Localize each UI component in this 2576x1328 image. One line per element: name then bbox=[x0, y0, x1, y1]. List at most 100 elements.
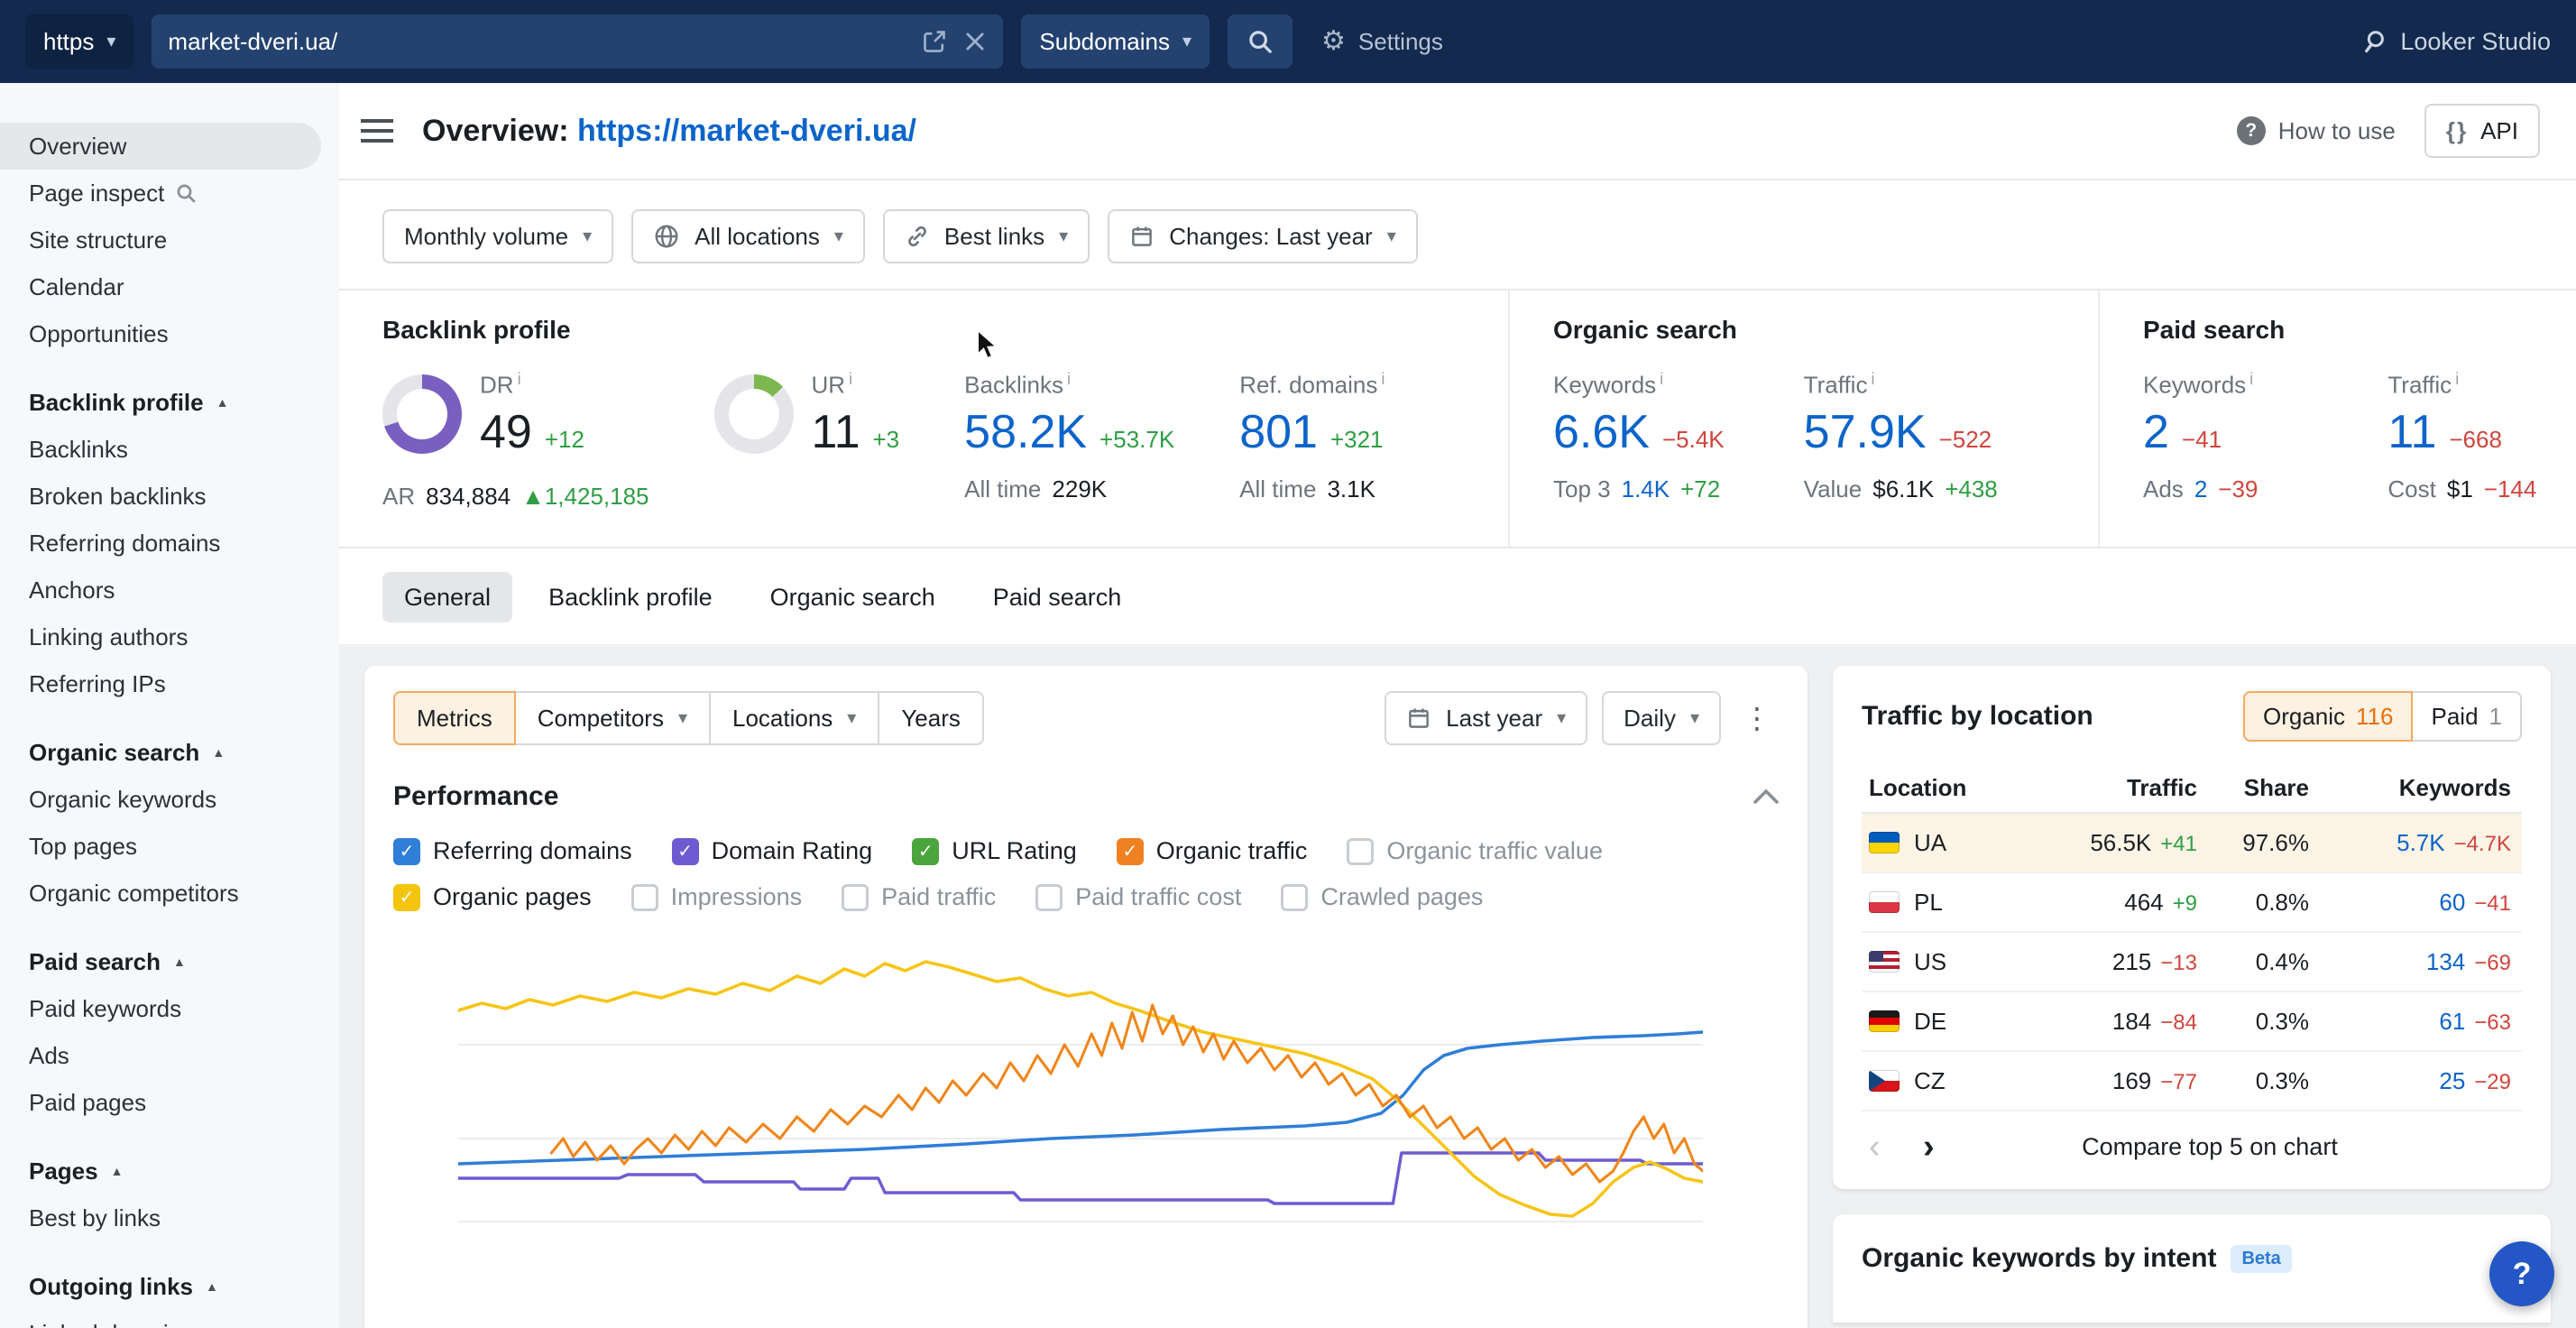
info-icon[interactable]: i bbox=[849, 370, 852, 388]
keywords-link[interactable]: 60 bbox=[2439, 889, 2465, 917]
toggle-paid[interactable]: Paid 1 bbox=[2411, 691, 2522, 742]
tab-backlink-profile[interactable]: Backlink profile bbox=[527, 572, 734, 622]
protocol-dropdown[interactable]: https ▾ bbox=[25, 14, 133, 69]
sidebar-item-top-pages[interactable]: Top pages bbox=[0, 823, 339, 870]
how-to-use-button[interactable]: ? How to use bbox=[2237, 116, 2396, 145]
organic-traffic-value-link[interactable]: 57.9K bbox=[1804, 405, 1927, 459]
checkbox-organic-pages[interactable]: ✓ Organic pages bbox=[393, 883, 592, 911]
collapse-icon: ▲ bbox=[111, 1164, 124, 1178]
ads-value-link[interactable]: 2 bbox=[2194, 475, 2207, 503]
prev-page-icon[interactable]: ‹ bbox=[1869, 1130, 1923, 1164]
sidebar-item-linked-domains[interactable]: Linked domains bbox=[0, 1310, 339, 1328]
braces-icon: {} bbox=[2446, 117, 2468, 145]
open-external-icon[interactable] bbox=[922, 29, 947, 54]
keywords-link[interactable]: 134 bbox=[2426, 948, 2465, 976]
volume-filter-dropdown[interactable]: Monthly volume ▾ bbox=[382, 209, 613, 263]
tab-organic-search[interactable]: Organic search bbox=[749, 572, 957, 622]
sidebar-item-organic-keywords[interactable]: Organic keywords bbox=[0, 776, 339, 823]
top3-value-link[interactable]: 1.4K bbox=[1622, 475, 1670, 503]
sidebar-item-best-by-links[interactable]: Best by links bbox=[0, 1194, 339, 1241]
next-page-icon[interactable]: › bbox=[1923, 1130, 1977, 1164]
locations-filter-dropdown[interactable]: All locations ▾ bbox=[631, 209, 865, 263]
sidebar-item-backlinks[interactable]: Backlinks bbox=[0, 426, 339, 473]
checkbox-crawled-pages[interactable]: Crawled pages bbox=[1281, 883, 1483, 911]
table-row[interactable]: CZ 169−77 0.3% 25−29 bbox=[1862, 1052, 2522, 1111]
info-icon[interactable]: i bbox=[2455, 370, 2459, 388]
info-icon[interactable]: i bbox=[2249, 370, 2253, 388]
info-icon[interactable]: i bbox=[1871, 370, 1874, 388]
granularity-dropdown[interactable]: Daily ▾ bbox=[1602, 691, 1721, 745]
sidebar-section-outgoing-links[interactable]: Outgoing links▲ bbox=[0, 1263, 339, 1310]
segment-years[interactable]: Years bbox=[878, 691, 984, 745]
sidebar-item-referring-domains[interactable]: Referring domains bbox=[0, 520, 339, 567]
help-button[interactable]: ? bbox=[2489, 1241, 2554, 1306]
checkbox-organic-traffic-value[interactable]: Organic traffic value bbox=[1347, 837, 1603, 865]
info-icon[interactable]: i bbox=[1381, 370, 1385, 388]
checkbox-paid-traffic[interactable]: Paid traffic bbox=[842, 883, 996, 911]
keywords-link[interactable]: 5.7K bbox=[2397, 829, 2445, 857]
url-input[interactable]: market-dveri.ua/ bbox=[152, 14, 1003, 69]
checkbox-organic-traffic[interactable]: ✓ Organic traffic bbox=[1117, 837, 1308, 865]
checkbox-referring-domains[interactable]: ✓ Referring domains bbox=[393, 837, 632, 865]
sidebar-section-organic-search[interactable]: Organic search▲ bbox=[0, 729, 339, 776]
checkbox-url-rating[interactable]: ✓ URL Rating bbox=[912, 837, 1077, 865]
sidebar-item-calendar[interactable]: Calendar bbox=[0, 263, 339, 310]
keywords-link[interactable]: 61 bbox=[2439, 1008, 2465, 1036]
sidebar-item-linking-authors[interactable]: Linking authors bbox=[0, 613, 339, 660]
best-links-filter-dropdown[interactable]: Best links ▾ bbox=[883, 209, 1090, 263]
checkbox-paid-traffic-cost[interactable]: Paid traffic cost bbox=[1035, 883, 1241, 911]
sidebar-item-opportunities[interactable]: Opportunities bbox=[0, 310, 339, 357]
sidebar-item-organic-competitors[interactable]: Organic competitors bbox=[0, 870, 339, 917]
checkbox-domain-rating[interactable]: ✓ Domain Rating bbox=[672, 837, 873, 865]
target-domain-link[interactable]: https://market-dveri.ua/ bbox=[577, 114, 916, 148]
info-icon[interactable]: i bbox=[1067, 370, 1071, 388]
changes-filter-dropdown[interactable]: Changes: Last year ▾ bbox=[1108, 209, 1418, 263]
search-button[interactable] bbox=[1228, 14, 1293, 69]
segment-locations[interactable]: Locations▾ bbox=[709, 691, 879, 745]
segment-competitors[interactable]: Competitors▾ bbox=[514, 691, 711, 745]
looker-studio-button[interactable]: Looker Studio bbox=[2360, 28, 2551, 56]
clear-url-icon[interactable] bbox=[963, 30, 987, 53]
sidebar-item-referring-ips[interactable]: Referring IPs bbox=[0, 660, 339, 707]
table-row[interactable]: DE 184−84 0.3% 61−63 bbox=[1862, 992, 2522, 1052]
table-row[interactable]: UA 56.5K+41 97.6% 5.7K−4.7K bbox=[1862, 814, 2522, 873]
sidebar-item-overview[interactable]: Overview bbox=[0, 123, 321, 170]
table-row[interactable]: PL 464+9 0.8% 60−41 bbox=[1862, 873, 2522, 933]
checkbox-impressions[interactable]: Impressions bbox=[631, 883, 803, 911]
info-icon[interactable]: i bbox=[1660, 370, 1663, 388]
collapse-section-icon[interactable] bbox=[1753, 788, 1779, 805]
date-range-dropdown[interactable]: Last year ▾ bbox=[1385, 691, 1587, 745]
paid-keywords-value-link[interactable]: 2 bbox=[2143, 405, 2169, 459]
sidebar-item-paid-keywords[interactable]: Paid keywords bbox=[0, 985, 339, 1032]
sidebar-item-broken-backlinks[interactable]: Broken backlinks bbox=[0, 473, 339, 520]
sidebar-section-pages[interactable]: Pages▲ bbox=[0, 1148, 339, 1194]
organic-keywords-value-link[interactable]: 6.6K bbox=[1553, 405, 1650, 459]
segment-metrics[interactable]: Metrics bbox=[393, 691, 516, 745]
api-button[interactable]: {} API bbox=[2424, 104, 2540, 158]
scope-dropdown[interactable]: Subdomains ▾ bbox=[1021, 14, 1210, 69]
traffic-by-location-card: Traffic by location Organic 116 Paid 1 bbox=[1833, 666, 2551, 1189]
check-icon: ✓ bbox=[1122, 843, 1137, 861]
tab-general[interactable]: General bbox=[382, 572, 512, 622]
ref-domains-value-link[interactable]: 801 bbox=[1239, 405, 1318, 459]
tab-paid-search[interactable]: Paid search bbox=[971, 572, 1144, 622]
sidebar-item-site-structure[interactable]: Site structure bbox=[0, 217, 339, 263]
sidebar-section-paid-search[interactable]: Paid search▲ bbox=[0, 938, 339, 985]
settings-button[interactable]: ⚙ Settings bbox=[1321, 28, 1443, 56]
paid-traffic-value-link[interactable]: 11 bbox=[2387, 405, 2436, 459]
toggle-organic[interactable]: Organic 116 bbox=[2243, 691, 2414, 742]
info-icon[interactable]: i bbox=[518, 370, 521, 388]
sidebar-toggle-icon[interactable] bbox=[361, 118, 397, 143]
keywords-link[interactable]: 25 bbox=[2439, 1067, 2465, 1095]
sidebar-item-paid-pages[interactable]: Paid pages bbox=[0, 1079, 339, 1126]
sidebar-item-anchors[interactable]: Anchors bbox=[0, 567, 339, 613]
table-header-row: Location Traffic Share Keywords bbox=[1862, 763, 2522, 814]
sidebar-item-page-inspect[interactable]: Page inspect bbox=[0, 170, 339, 217]
backlinks-value-link[interactable]: 58.2K bbox=[964, 405, 1087, 459]
table-row[interactable]: US 215−13 0.4% 134−69 bbox=[1862, 933, 2522, 992]
compare-top5-link[interactable]: Compare top 5 on chart bbox=[1977, 1133, 2515, 1161]
collapse-icon: ▲ bbox=[173, 954, 186, 969]
sidebar-section-backlink-profile[interactable]: Backlink profile▲ bbox=[0, 379, 339, 426]
more-options-icon[interactable]: ⋮ bbox=[1735, 701, 1779, 735]
sidebar-item-ads[interactable]: Ads bbox=[0, 1032, 339, 1079]
